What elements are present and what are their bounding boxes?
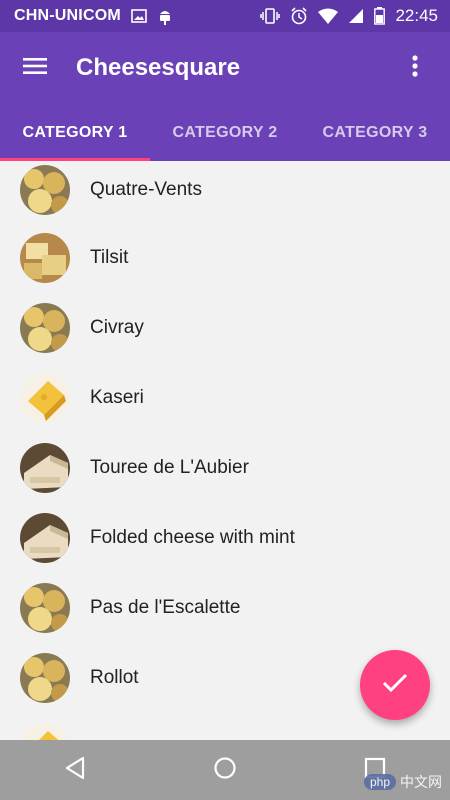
cheese-avatar: [20, 165, 70, 215]
list-item[interactable]: Civray: [0, 293, 450, 363]
list-item-label: Tilsit: [90, 247, 129, 268]
app-bar: Cheesesquare: [0, 32, 450, 104]
list-item-label: Rollot: [90, 667, 139, 688]
list-item-label: Touree de L'Aubier: [90, 457, 249, 478]
tab-category-1[interactable]: CATEGORY 1: [0, 104, 150, 161]
system-nav-bar: php 中文网: [0, 740, 450, 800]
list-item[interactable]: Kaseri: [0, 363, 450, 433]
list-item[interactable]: Tilsit: [0, 223, 450, 293]
cheese-avatar: [20, 303, 70, 353]
image-icon: [131, 8, 147, 24]
cheese-avatar: [20, 233, 70, 283]
watermark-text: 中文网: [400, 774, 442, 790]
vibrate-icon: [260, 8, 281, 24]
watermark: php 中文网: [363, 772, 442, 792]
home-button[interactable]: [195, 740, 255, 800]
wifi-icon: [318, 8, 339, 24]
cheese-avatar: [20, 583, 70, 633]
home-icon: [213, 756, 237, 785]
app-title: Cheesesquare: [76, 54, 241, 81]
hamburger-menu-icon: [23, 57, 47, 80]
android-icon: [157, 7, 173, 25]
list-item[interactable]: Quatre-Vents: [0, 161, 450, 223]
cheese-avatar: [20, 443, 70, 493]
list-item-label: Civray: [90, 317, 144, 338]
status-time: 22:45: [395, 6, 438, 25]
alarm-icon: [290, 7, 308, 25]
cheese-avatar: [20, 653, 70, 703]
check-fab-button[interactable]: [360, 650, 430, 720]
cheese-avatar: [20, 513, 70, 563]
list-item-label: Quatre-Vents: [90, 179, 202, 200]
carrier-name: CHN-UNICOM: [14, 7, 121, 24]
battery-icon: [374, 7, 386, 25]
more-vert-icon: [412, 54, 418, 82]
watermark-badge: php: [363, 774, 396, 790]
menu-button[interactable]: [11, 44, 59, 92]
tab-category-2[interactable]: CATEGORY 2: [150, 104, 300, 161]
list-item[interactable]: Folded cheese with mint: [0, 503, 450, 573]
back-icon: [64, 756, 86, 785]
cheese-avatar: [20, 723, 70, 740]
status-bar: CHN-UNICOM 22:45: [0, 0, 450, 32]
list-item[interactable]: Touree de L'Aubier: [0, 433, 450, 503]
list-item-label: Folded cheese with mint: [90, 527, 295, 548]
list-item-label: Kaseri: [90, 387, 144, 408]
tab-category-3[interactable]: CATEGORY 3: [300, 104, 450, 161]
list-item-label: Pas de l'Escalette: [90, 597, 241, 618]
back-button[interactable]: [45, 740, 105, 800]
tab-bar: CATEGORY 1 CATEGORY 2 CATEGORY 3: [0, 104, 450, 161]
check-icon: [382, 673, 408, 698]
cheese-avatar: [20, 373, 70, 423]
signal-icon: [348, 8, 364, 24]
list-item[interactable]: Pas de l'Escalette: [0, 573, 450, 643]
overflow-menu-button[interactable]: [391, 44, 439, 92]
